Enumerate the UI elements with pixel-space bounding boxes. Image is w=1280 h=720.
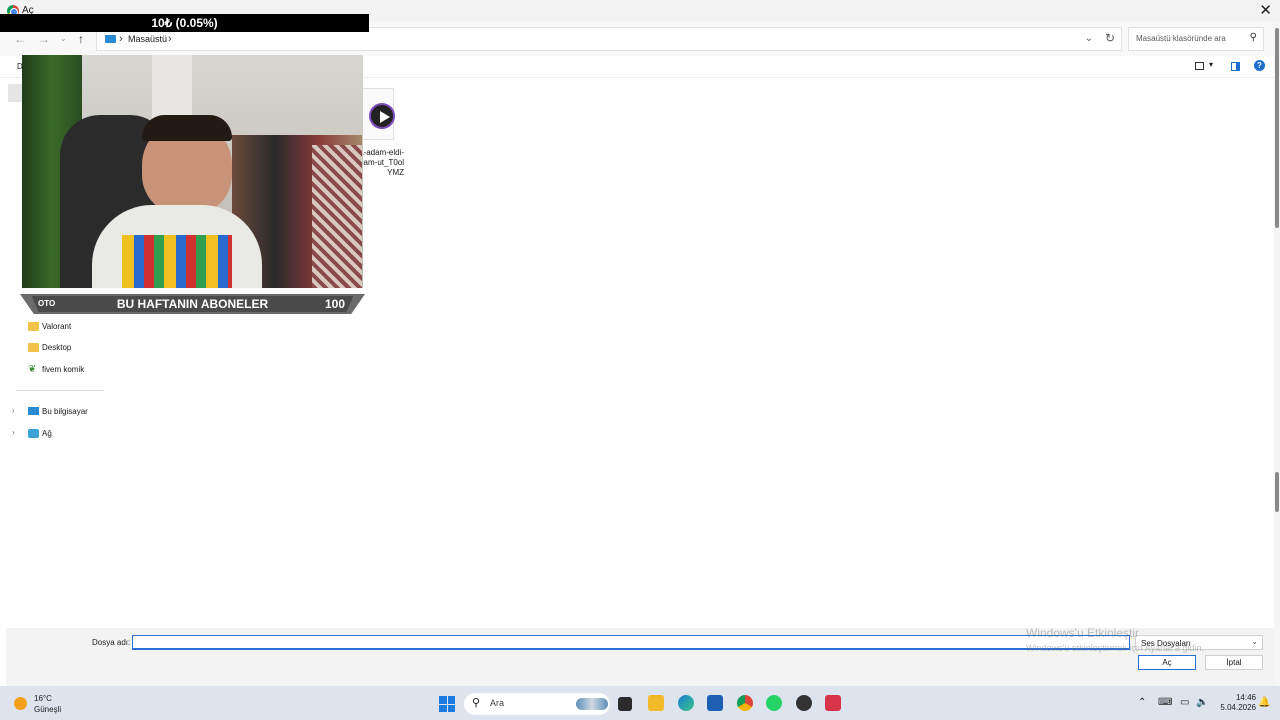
task-view-icon[interactable] bbox=[618, 697, 632, 711]
webcam-feed bbox=[22, 55, 363, 288]
banner-title: BU HAFTANIN ABONELER bbox=[116, 297, 269, 311]
preview-pane-icon[interactable] bbox=[1231, 62, 1240, 71]
app-icon[interactable] bbox=[825, 695, 841, 711]
cancel-button[interactable]: İptal bbox=[1205, 655, 1263, 670]
notification-icon[interactable]: 🔔 bbox=[1258, 697, 1270, 708]
search-icon: ⚲ bbox=[1249, 32, 1257, 43]
close-button[interactable]: ✕ bbox=[1259, 1, 1272, 19]
breadcrumb-separator-icon[interactable]: › bbox=[119, 33, 123, 45]
filename-label: Dosya adı: bbox=[92, 638, 131, 647]
plant-icon: ❦ bbox=[28, 364, 37, 375]
sidebar-divider bbox=[16, 390, 104, 391]
clock-date: 5.04.2026 bbox=[1220, 703, 1256, 712]
folder-icon bbox=[28, 343, 39, 352]
tray-overflow-icon[interactable]: ⌃ bbox=[1138, 697, 1146, 708]
scrollbar-thumb[interactable] bbox=[1275, 28, 1279, 228]
sun-icon[interactable] bbox=[14, 697, 27, 710]
activation-watermark-title: Windows'u Etkinleştir bbox=[1026, 626, 1139, 640]
clock-time: 14:46 bbox=[1235, 693, 1256, 702]
taskbar-search[interactable]: ⚲ Ara bbox=[464, 693, 610, 715]
donation-goal-bar: 10₺ (0.05%) bbox=[0, 14, 369, 32]
store-icon[interactable] bbox=[707, 695, 723, 711]
play-icon bbox=[369, 103, 395, 129]
back-arrow-icon[interactable]: ← bbox=[14, 32, 26, 46]
obs-icon[interactable] bbox=[796, 695, 812, 711]
forward-arrow-icon[interactable]: → bbox=[38, 32, 50, 46]
weather-description[interactable]: Güneşli bbox=[34, 705, 61, 714]
sidebar-item-label: Valorant bbox=[42, 322, 72, 331]
whatsapp-icon[interactable] bbox=[766, 695, 782, 711]
language-icon[interactable]: ⌨ bbox=[1158, 697, 1172, 708]
search-highlight-icon bbox=[576, 698, 608, 710]
weekly-subscribers-banner: OTO BU HAFTANIN ABONELER 100 bbox=[20, 294, 365, 314]
chrome-taskbar-icon[interactable] bbox=[737, 695, 753, 711]
donation-goal-text: 10₺ (0.05%) bbox=[151, 16, 218, 30]
clock[interactable]: 14:46 5.04.2026 bbox=[1210, 693, 1256, 713]
scrollbar[interactable] bbox=[1274, 22, 1280, 686]
start-button[interactable] bbox=[439, 696, 455, 712]
open-button[interactable]: Aç bbox=[1138, 655, 1196, 670]
desktop-icon bbox=[105, 35, 116, 43]
view-chevron-icon[interactable]: ▾ bbox=[1209, 60, 1213, 69]
breadcrumb-desktop[interactable]: Masaüstü bbox=[128, 34, 167, 44]
sidebar-item-desktop[interactable]: Desktop bbox=[6, 339, 110, 357]
address-dropdown-icon[interactable]: ⌄ bbox=[1085, 33, 1093, 44]
search-icon: ⚲ bbox=[472, 697, 481, 709]
volume-icon[interactable]: 🔈 bbox=[1196, 697, 1208, 708]
network-icon[interactable]: ▭ bbox=[1180, 697, 1189, 708]
sidebar-item-network[interactable]: › Ağ bbox=[6, 425, 110, 443]
taskbar-search-label: Ara bbox=[490, 698, 505, 708]
file-explorer-icon[interactable] bbox=[648, 695, 664, 711]
help-icon[interactable]: ? bbox=[1254, 60, 1265, 71]
edge-icon[interactable] bbox=[678, 695, 694, 711]
weather-temperature[interactable]: 16°C bbox=[34, 694, 52, 703]
sidebar-item-label: Desktop bbox=[42, 343, 72, 352]
sidebar-item-label: Ağ bbox=[42, 429, 52, 438]
up-arrow-icon[interactable]: ↑ bbox=[78, 32, 84, 46]
activation-watermark-subtitle: Windows'u etkinleştirmek için Ayarlar'a … bbox=[1026, 643, 1204, 653]
chevron-down-icon: ⌄ bbox=[1251, 637, 1258, 646]
sidebar-item-label: fivem komik bbox=[42, 365, 85, 374]
selected-indicator bbox=[8, 84, 22, 102]
taskbar: 16°C Güneşli ⚲ Ara ⌃ ⌨ ▭ 🔈 14:46 5.04.20… bbox=[0, 686, 1280, 720]
scrollbar-thumb[interactable] bbox=[1275, 472, 1279, 512]
refresh-icon[interactable]: ↻ bbox=[1105, 31, 1115, 45]
expand-chevron-icon[interactable]: › bbox=[12, 428, 15, 437]
sidebar-item-this-pc[interactable]: › Bu bilgisayar bbox=[6, 403, 110, 421]
sidebar-item-fivem-komik[interactable]: ❦ fivem komik bbox=[6, 361, 110, 379]
network-icon bbox=[28, 429, 39, 438]
search-input[interactable]: Masaüstü klasöründe ara ⚲ bbox=[1128, 27, 1264, 51]
banner-count: 100 bbox=[324, 297, 345, 311]
expand-chevron-icon[interactable]: › bbox=[12, 406, 15, 415]
sidebar-item-valorant[interactable]: Valorant bbox=[6, 318, 110, 336]
search-placeholder: Masaüstü klasöründe ara bbox=[1136, 34, 1226, 43]
view-mode-icon[interactable] bbox=[1195, 62, 1204, 70]
recent-chevron-icon[interactable]: ⌄ bbox=[60, 34, 67, 43]
audio-file-icon bbox=[358, 88, 395, 140]
pc-icon bbox=[28, 407, 39, 415]
filename-input[interactable] bbox=[132, 635, 1130, 650]
sidebar-item-label: Bu bilgisayar bbox=[42, 407, 88, 416]
breadcrumb-separator-icon[interactable]: › bbox=[168, 33, 172, 45]
folder-icon bbox=[28, 322, 39, 331]
